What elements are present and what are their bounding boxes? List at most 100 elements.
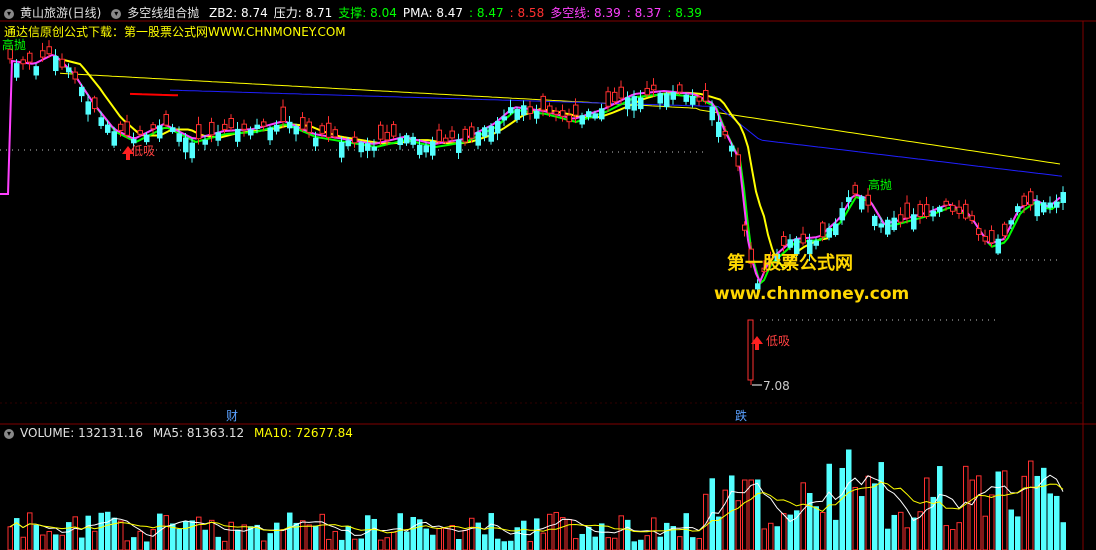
volume-ma5: MA5: 81363.12 <box>152 426 245 440</box>
candle <box>183 137 189 153</box>
chevron-down-icon[interactable]: ▾ <box>4 428 14 439</box>
candle <box>352 136 358 144</box>
volume-bar <box>664 522 670 550</box>
volume-bar <box>904 527 910 550</box>
candle <box>456 139 462 153</box>
volume-bar <box>248 526 254 550</box>
volume-bar <box>540 532 546 550</box>
candle <box>956 206 962 214</box>
candle <box>222 123 228 130</box>
candle <box>417 144 423 155</box>
volume-bar <box>982 515 988 550</box>
volume-bar <box>345 525 351 550</box>
candle <box>241 123 247 130</box>
volume-bar <box>280 529 286 550</box>
chevron-down-icon[interactable]: ▾ <box>111 8 122 19</box>
high-sell-tag: 高抛 <box>868 178 893 192</box>
candle <box>319 125 325 134</box>
candle <box>495 120 501 134</box>
candle <box>397 137 403 146</box>
volume-bar <box>287 512 293 550</box>
volume-bar <box>813 506 819 550</box>
event-marker-die[interactable]: 跌 <box>735 407 747 424</box>
volume-bar <box>339 539 345 550</box>
candle <box>293 126 299 135</box>
candle <box>989 230 995 244</box>
candle <box>163 113 169 126</box>
candle <box>527 106 533 114</box>
volume-bar <box>59 534 65 550</box>
event-marker-cai[interactable]: 财 <box>226 407 238 424</box>
volume-bar <box>267 533 273 550</box>
volume-bar <box>826 463 832 550</box>
volume-bar <box>326 538 332 550</box>
candle <box>865 194 871 206</box>
volume-bar <box>209 519 215 550</box>
candle <box>924 204 930 217</box>
volume-bar <box>1047 493 1053 550</box>
formula-notice: 通达信原创公式下载：第一股票公式网WWW.CHNMONEY.COM <box>4 25 346 39</box>
volume-bar <box>430 534 436 550</box>
volume-bar <box>794 510 800 550</box>
volume-bar <box>761 528 767 550</box>
volume-bar <box>378 539 384 550</box>
candle <box>1054 201 1060 208</box>
candle <box>59 58 65 68</box>
candle <box>820 222 826 238</box>
volume-bar <box>33 524 39 550</box>
candle <box>1002 223 1008 237</box>
candle <box>85 101 91 115</box>
candle <box>111 131 117 146</box>
volume-bar <box>397 513 403 550</box>
volume-bar <box>261 540 267 550</box>
candle <box>66 67 72 73</box>
volume-bar <box>560 517 566 550</box>
candle <box>92 97 98 110</box>
volume-bar <box>423 528 429 550</box>
candle <box>612 91 618 103</box>
volume-bar <box>462 529 468 550</box>
volume-bar <box>618 515 624 550</box>
volume-bar <box>748 479 754 550</box>
volume-bar <box>989 494 995 550</box>
candle <box>540 95 546 111</box>
candle <box>885 219 891 235</box>
candle <box>514 109 520 120</box>
volume-bar <box>963 465 969 550</box>
chevron-down-icon[interactable]: ▾ <box>4 8 14 19</box>
volume-bar <box>20 536 26 550</box>
candle <box>878 223 884 228</box>
candle <box>547 105 553 114</box>
volume-bar <box>781 513 787 550</box>
volume-bar <box>586 526 592 550</box>
volume-bar <box>768 522 774 550</box>
candle <box>378 124 384 140</box>
volume-bar <box>144 541 150 550</box>
candle <box>14 63 20 78</box>
volume-bar <box>612 537 618 550</box>
candle <box>410 136 416 145</box>
candle <box>72 71 78 80</box>
candle <box>800 233 806 244</box>
candle <box>716 121 722 138</box>
candle <box>98 117 104 126</box>
candle <box>137 130 143 135</box>
volume-bar <box>40 534 46 550</box>
candle <box>345 140 351 147</box>
volume-bar <box>605 537 611 550</box>
candle <box>150 124 156 130</box>
candle <box>683 94 689 102</box>
volume-bar <box>404 531 410 550</box>
volume-bar <box>722 489 728 550</box>
volume-bar <box>592 536 598 550</box>
volume-bar <box>956 522 962 550</box>
candle <box>787 239 793 248</box>
candle <box>118 123 124 131</box>
volume-panel-header: ▾ VOLUME: 132131.16 MA5: 81363.12 MA10: 7… <box>4 425 359 441</box>
candle <box>618 86 624 99</box>
volume-bar <box>274 522 280 550</box>
candle <box>839 208 845 221</box>
candle <box>846 197 852 202</box>
volume-bar <box>846 449 852 550</box>
indicator-value-3: PMA: 8.47 <box>402 6 464 20</box>
